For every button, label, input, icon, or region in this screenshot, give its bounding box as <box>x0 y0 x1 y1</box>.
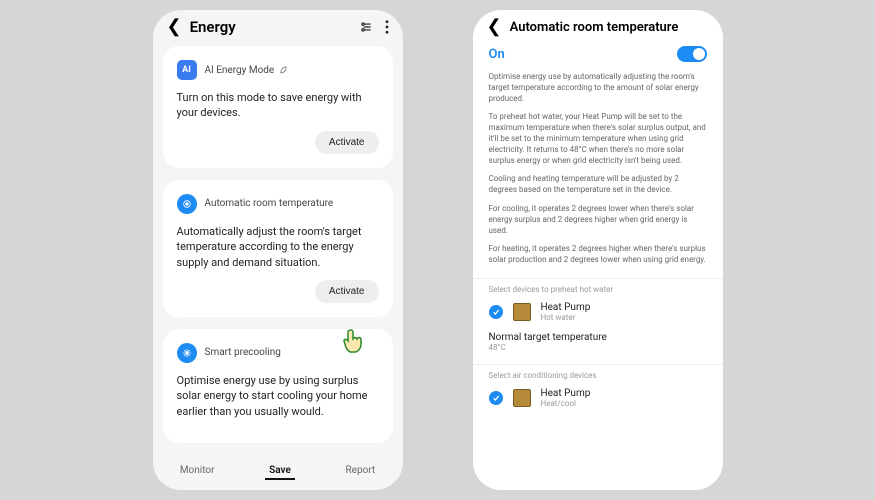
header-actions <box>359 20 389 34</box>
on-label: On <box>489 47 505 62</box>
card-desc: Automatically adjust the room's target t… <box>177 224 379 270</box>
tab-monitor[interactable]: Monitor <box>176 463 219 480</box>
device-name: Heat Pump <box>541 302 591 313</box>
tab-save[interactable]: Save <box>265 463 295 480</box>
normal-temp-label: Normal target temperature <box>489 332 707 343</box>
card-desc: Turn on this mode to save energy with yo… <box>177 90 379 121</box>
card-actions: Activate <box>177 131 379 154</box>
more-icon[interactable] <box>385 20 389 34</box>
section-ac-label: Select air conditioning devices <box>473 364 723 382</box>
info-paragraph: For heating, it operates 2 degrees highe… <box>473 244 723 266</box>
card-title: AI Energy Mode <box>205 65 288 76</box>
content-scroll[interactable]: Optimise energy use by automatically adj… <box>473 72 723 490</box>
info-paragraph: To preheat hot water, your Heat Pump wil… <box>473 112 723 166</box>
page-title: Automatic room temperature <box>510 20 709 35</box>
back-icon[interactable]: ❮ <box>487 18 502 36</box>
card-header: Automatic room temperature <box>177 194 379 214</box>
info-paragraph: For cooling, it operates 2 degrees lower… <box>473 204 723 236</box>
device-thumbnail-icon <box>513 303 531 321</box>
phone-auto-room-temp: ❮ Automatic room temperature On Optimise… <box>473 10 723 490</box>
info-paragraph: Cooling and heating temperature will be … <box>473 174 723 196</box>
leaf-icon <box>277 65 288 76</box>
card-smart-precooling: Smart precooling Optimise energy use by … <box>163 329 393 443</box>
header: ❮ Energy <box>153 10 403 40</box>
device-sub: Hot water <box>541 313 591 322</box>
card-title: Smart precooling <box>205 347 281 358</box>
bottom-tabs: Monitor Save Report <box>153 455 403 490</box>
device-name: Heat Pump <box>541 388 591 399</box>
page-title: Energy <box>190 18 351 36</box>
info-paragraph: Optimise energy use by automatically adj… <box>473 72 723 104</box>
section-preheat-label: Select devices to preheat hot water <box>473 278 723 296</box>
back-icon[interactable]: ❮ <box>167 18 182 36</box>
device-text: Heat Pump Heat/cool <box>541 388 591 408</box>
device-row-heat-pump-heatcool[interactable]: Heat Pump Heat/cool <box>473 382 723 414</box>
card-ai-energy-mode: AI AI Energy Mode Turn on this mode to s… <box>163 46 393 168</box>
normal-target-temp[interactable]: Normal target temperature 48°C <box>473 328 723 360</box>
card-title-text: AI Energy Mode <box>205 65 275 76</box>
normal-temp-value: 48°C <box>489 343 707 352</box>
filter-icon[interactable] <box>359 20 373 34</box>
precool-icon <box>177 343 197 363</box>
card-header: Smart precooling <box>177 343 379 363</box>
device-text: Heat Pump Hot water <box>541 302 591 322</box>
device-sub: Heat/cool <box>541 399 591 408</box>
card-actions: Activate <box>177 280 379 303</box>
checkbox-checked-icon[interactable] <box>489 305 503 319</box>
card-desc: Optimise energy use by using surplus sol… <box>177 373 379 419</box>
phone-energy: ❮ Energy AI AI Energy Mode Turn <box>153 10 403 490</box>
card-header: AI AI Energy Mode <box>177 60 379 80</box>
activate-button[interactable]: Activate <box>315 131 379 154</box>
device-row-heat-pump-hotwater[interactable]: Heat Pump Hot water <box>473 296 723 328</box>
thermostat-icon <box>177 194 197 214</box>
card-title: Automatic room temperature <box>205 198 334 209</box>
header: ❮ Automatic room temperature <box>473 10 723 40</box>
tab-report[interactable]: Report <box>341 463 379 480</box>
toggle-switch[interactable] <box>677 46 707 62</box>
on-toggle-row: On <box>473 40 723 72</box>
checkbox-checked-icon[interactable] <box>489 391 503 405</box>
device-thumbnail-icon <box>513 389 531 407</box>
content-scroll[interactable]: AI AI Energy Mode Turn on this mode to s… <box>153 40 403 455</box>
ai-icon: AI <box>177 60 197 80</box>
activate-button[interactable]: Activate <box>315 280 379 303</box>
card-auto-room-temp: Automatic room temperature Automatically… <box>163 180 393 317</box>
